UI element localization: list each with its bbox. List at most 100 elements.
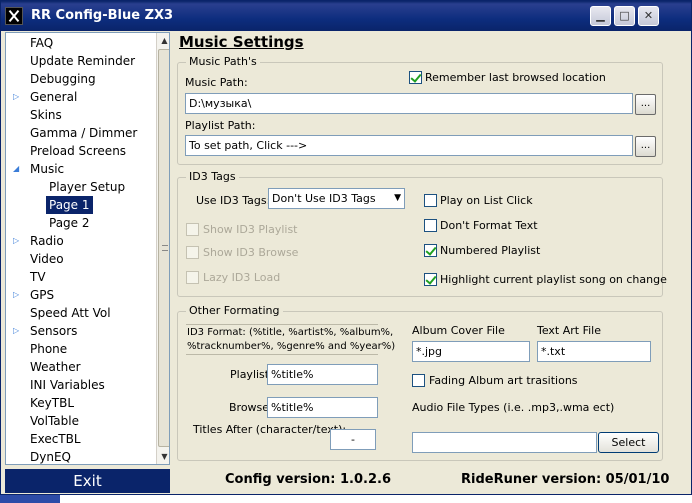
nav-item[interactable]: Weather [6, 358, 154, 376]
nav-item[interactable]: Phone [6, 340, 154, 358]
app-window: RR Config-Blue ZX3 ▁ □ ✕ DynEQ ExecTBL Vol… [0, 0, 692, 495]
scroll-thumb[interactable] [158, 49, 169, 447]
select-audio-types-button[interactable]: Select [598, 432, 659, 453]
nav-item[interactable]: ▷ General [6, 88, 154, 106]
titles-after-label: Titles After (character/text): [193, 423, 347, 436]
play-on-list-click-checkbox[interactable] [424, 194, 437, 207]
nav-item-label: DynEQ [30, 450, 71, 464]
exit-button[interactable]: Exit [5, 469, 170, 493]
nav-item-label: KeyTBL [30, 396, 75, 410]
use-id3-label: Use ID3 Tags: [196, 194, 271, 207]
nav-item-label: Update Reminder [30, 54, 136, 68]
audio-types-label: Audio File Types (i.e. .mp3,.wma ect) [412, 401, 615, 414]
nav-item[interactable]: VolTable [6, 412, 154, 430]
music-path-input[interactable]: D:\музыка\ [185, 93, 633, 114]
nav-item[interactable]: ▷ GPS [6, 286, 154, 304]
nav-item-label: Debugging [30, 72, 96, 86]
settings-panel: Music Settings Music Path's Music Path: … [174, 32, 674, 465]
use-id3-dropdown[interactable]: Don't Use ID3 Tags ▼ [268, 188, 405, 209]
nav-item[interactable]: Page 2 [6, 214, 154, 232]
album-cover-input[interactable]: *.jpg [412, 341, 530, 362]
window-title: RR Config-Blue ZX3 [31, 8, 174, 23]
settings-tree[interactable]: DynEQ ExecTBL VolTable KeyTBL INI Variables W… [5, 32, 170, 465]
id3-format-help-line2: %tracknumber%, %genre% and %year%) [187, 341, 396, 352]
nav-item[interactable]: ExecTBL [6, 430, 154, 448]
remember-location-label: Remember last browsed location [425, 71, 606, 84]
remember-location-checkbox[interactable] [409, 71, 422, 84]
nav-item[interactable]: Preload Screens [6, 142, 154, 160]
nav-item-label: ExecTBL [30, 432, 81, 446]
nav-item[interactable]: INI Variables [6, 376, 154, 394]
nav-item[interactable]: ▷ Radio [6, 232, 154, 250]
nav-item[interactable]: KeyTBL [6, 394, 154, 412]
nav-item-label: Page 1 [46, 196, 93, 214]
show-id3-browse-label: Show ID3 Browse [203, 246, 299, 259]
playlist-path-input[interactable]: To set path, Click ---> [185, 135, 633, 156]
show-id3-playlist-checkbox[interactable] [186, 223, 199, 236]
nav-item-label: GPS [30, 288, 55, 302]
grip-icon [162, 245, 168, 251]
music-path-label: Music Path: [185, 76, 248, 89]
nav-item[interactable]: Gamma / Dimmer [6, 124, 154, 142]
nav-item-label: Radio [30, 234, 64, 248]
nav-item[interactable]: Speed Att Vol [6, 304, 154, 322]
close-icon[interactable]: ✕ [638, 6, 659, 26]
nav-item[interactable]: Skins [6, 106, 154, 124]
expand-arrow-icon[interactable]: ▷ [13, 322, 19, 340]
nav-item[interactable]: Page 1 [6, 196, 154, 214]
nav-item[interactable]: Video [6, 250, 154, 268]
group-label: Other Formating [186, 304, 283, 317]
numbered-playlist-checkbox[interactable] [424, 244, 437, 257]
nav-item-label: Speed Att Vol [30, 306, 111, 320]
id3-format-help-line1: ID3 Format: (%title, %artist%, %album%, [187, 327, 394, 338]
nav-item-label: Sensors [30, 324, 78, 338]
collapse-arrow-icon[interactable]: ◢ [13, 160, 19, 178]
nav-item-label: FAQ [30, 36, 54, 50]
nav-item[interactable]: Player Setup [6, 178, 154, 196]
maximize-icon[interactable]: □ [614, 6, 635, 26]
taskbar-button[interactable] [0, 495, 60, 503]
album-cover-label: Album Cover File [412, 324, 505, 337]
scroll-down-icon[interactable]: ▼ [157, 449, 169, 464]
group-label: ID3 Tags [186, 170, 239, 183]
nav-item[interactable]: DynEQ [6, 448, 154, 464]
nav-item-label: Preload Screens [30, 144, 127, 158]
nav-item[interactable]: ◢ Music [6, 160, 154, 178]
highlight-song-checkbox[interactable] [424, 273, 437, 286]
lazy-id3-load-checkbox[interactable] [186, 271, 199, 284]
nav-item[interactable]: Update Reminder [6, 52, 154, 70]
page-title: Music Settings [179, 33, 304, 51]
expand-arrow-icon[interactable]: ▷ [13, 232, 19, 250]
group-label: Music Path's [186, 55, 260, 68]
tree-scrollbar[interactable]: ▲ ▼ [156, 33, 169, 464]
nav-item-label: Page 2 [49, 216, 90, 230]
show-id3-browse-checkbox[interactable] [186, 246, 199, 259]
fading-album-art-label: Fading Album art trasitions [429, 374, 578, 387]
nav-item[interactable]: Debugging [6, 70, 154, 88]
nav-item-label: Skins [30, 108, 62, 122]
fading-album-art-checkbox[interactable] [412, 374, 425, 387]
scroll-up-icon[interactable]: ▲ [157, 33, 169, 48]
titles-after-input[interactable]: - [330, 429, 376, 450]
audio-types-input[interactable] [412, 432, 597, 453]
nav-item[interactable]: TV [6, 268, 154, 286]
text-art-input[interactable]: *.txt [537, 341, 651, 362]
nav-item-label: TV [30, 270, 46, 284]
playlist-format-input[interactable]: %title% [267, 364, 378, 385]
nav-item[interactable]: ▷ Sensors [6, 322, 154, 340]
nav-item-label: Player Setup [49, 180, 126, 194]
title-bar[interactable]: RR Config-Blue ZX3 ▁ □ ✕ [1, 1, 691, 31]
expand-arrow-icon[interactable]: ▷ [13, 286, 19, 304]
browse-playlist-path-button[interactable]: ... [635, 136, 656, 157]
minimize-icon[interactable]: ▁ [590, 6, 611, 26]
nav-item-label: Music [30, 162, 65, 176]
nav-item-label: Gamma / Dimmer [30, 126, 138, 140]
dont-format-text-checkbox[interactable] [424, 219, 437, 232]
config-version: Config version: 1.0.2.6 [225, 472, 391, 487]
nav-item-label: INI Variables [30, 378, 105, 392]
nav-item[interactable]: FAQ [6, 34, 154, 52]
expand-arrow-icon[interactable]: ▷ [13, 88, 19, 106]
browse-format-input[interactable]: %title% [267, 397, 378, 418]
browse-music-path-button[interactable]: ... [635, 94, 656, 115]
numbered-playlist-label: Numbered Playlist [440, 244, 541, 257]
